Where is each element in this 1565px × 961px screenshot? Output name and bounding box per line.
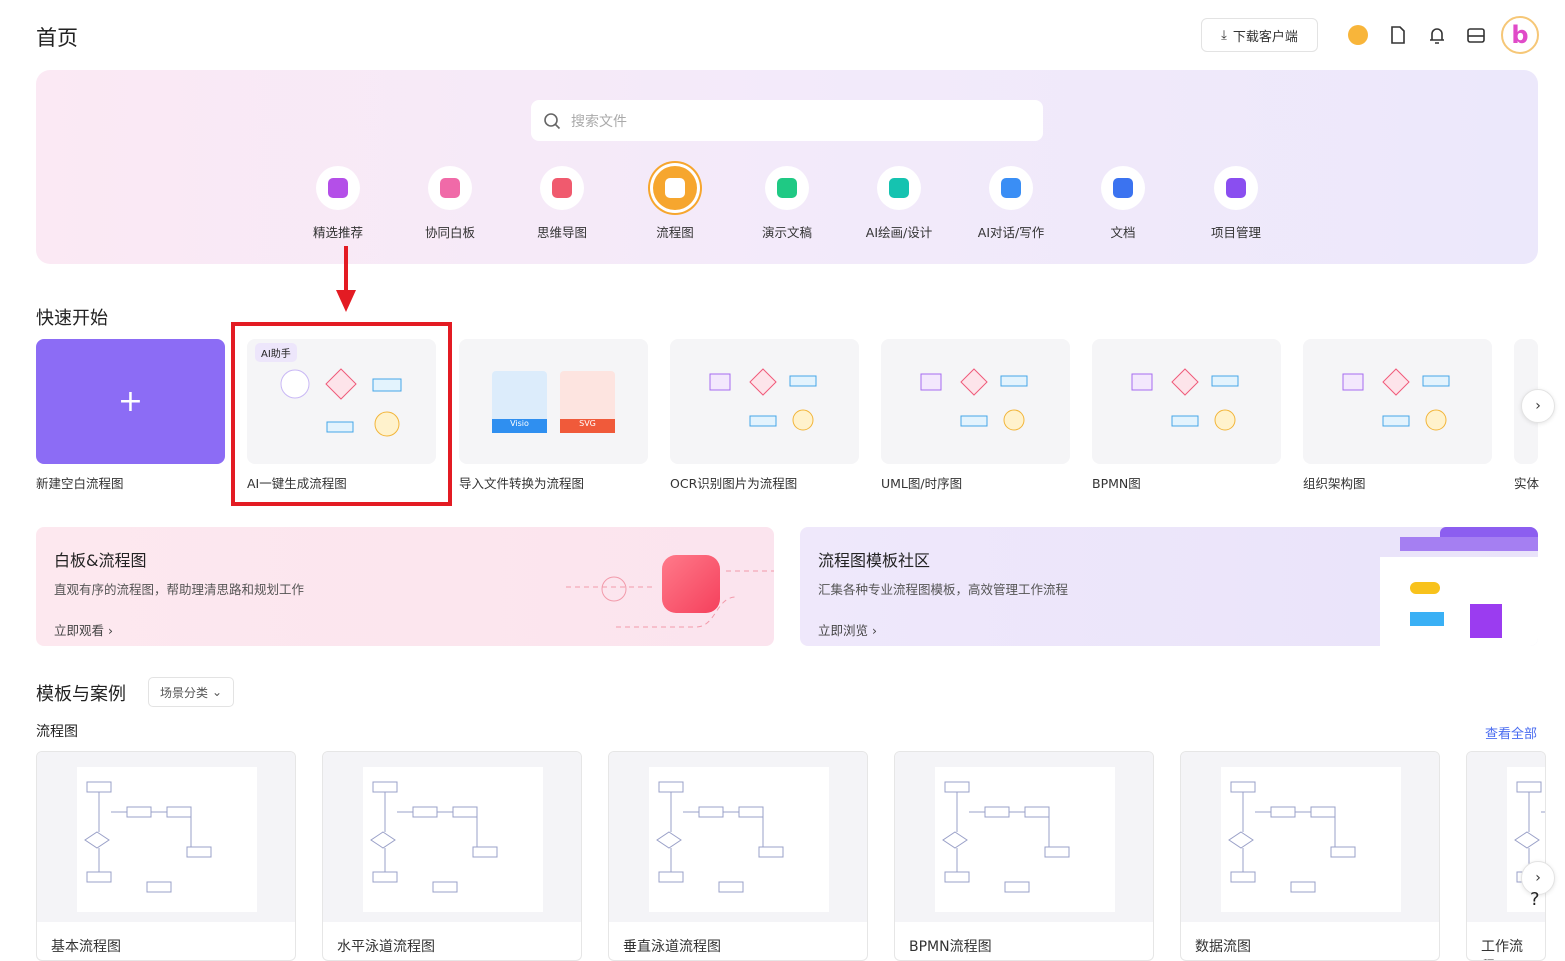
template-card[interactable]: BPMN流程图 <box>894 751 1154 961</box>
red-arrow-annotation <box>336 246 356 312</box>
category-1[interactable]: 协同白板 <box>405 166 495 241</box>
category-icon <box>540 166 584 210</box>
templates-title: 模板与案例 <box>36 684 126 705</box>
category-7[interactable]: 文档 <box>1078 166 1168 241</box>
template-thumbnail <box>1181 752 1439 922</box>
chevron-down-icon: ⌄ <box>211 685 223 699</box>
quick-start-title: 快速开始 <box>36 308 108 329</box>
category-icon <box>316 166 360 210</box>
file-link-icon[interactable] <box>1387 24 1409 46</box>
category-icon <box>1101 166 1145 210</box>
plus-icon: + <box>36 339 225 464</box>
category-icon <box>877 166 921 210</box>
template-thumbnail <box>609 752 867 922</box>
page-title: 首页 <box>36 26 78 50</box>
category-8[interactable]: 项目管理 <box>1191 166 1281 241</box>
template-thumbnail <box>895 752 1153 922</box>
quick-start-card[interactable]: + <box>36 339 225 464</box>
category-icon <box>989 166 1033 210</box>
quick-start-label: 组织架构图 <box>1303 476 1366 491</box>
quick-start-label: 新建空白流程图 <box>36 476 124 491</box>
quick-start-label: 导入文件转换为流程图 <box>459 476 585 491</box>
quick-start-label: OCR识别图片为流程图 <box>670 476 798 491</box>
search-input[interactable]: 搜索文件 <box>531 100 1043 141</box>
category-icon <box>428 166 472 210</box>
category-0[interactable]: 精选推荐 <box>293 166 383 241</box>
download-client-button[interactable]: ⤓ 下载客户端 <box>1201 18 1318 52</box>
template-card[interactable]: 工作流程 <box>1466 751 1546 961</box>
template-card[interactable]: 数据流图 <box>1180 751 1440 961</box>
template-card[interactable]: 垂直泳道流程图 <box>608 751 868 961</box>
template-thumbnail <box>37 752 295 922</box>
quick-start-card[interactable] <box>1092 339 1281 464</box>
quick-start-card[interactable] <box>881 339 1070 464</box>
highlight-box-annotation <box>231 322 452 506</box>
category-2[interactable]: 思维导图 <box>517 166 607 241</box>
category-icon <box>653 166 697 210</box>
bell-icon[interactable] <box>1426 24 1448 46</box>
template-card[interactable]: 水平泳道流程图 <box>322 751 582 961</box>
avatar[interactable]: b <box>1501 16 1539 54</box>
category-6[interactable]: AI对话/写作 <box>966 166 1056 241</box>
quick-start-label: 实体 <box>1514 476 1540 491</box>
category-4[interactable]: 演示文稿 <box>742 166 832 241</box>
view-all-link[interactable]: 查看全部 <box>1485 723 1537 742</box>
category-5[interactable]: AI绘画/设计 <box>854 166 944 241</box>
help-button[interactable]: ? <box>1530 889 1540 910</box>
template-card[interactable]: 基本流程图 <box>36 751 296 961</box>
search-icon <box>544 112 561 129</box>
category-icon <box>1214 166 1258 210</box>
coin-icon[interactable] <box>1347 24 1369 46</box>
quick-start-card[interactable] <box>1303 339 1492 464</box>
scroll-right-button[interactable]: › <box>1521 389 1555 423</box>
inbox-icon[interactable] <box>1465 24 1487 46</box>
quick-start-label: BPMN图 <box>1092 476 1141 491</box>
decoration-lines <box>566 570 774 628</box>
category-3[interactable]: 流程图 <box>630 166 720 241</box>
flowchart-subtitle: 流程图 <box>36 724 78 740</box>
category-icon <box>765 166 809 210</box>
scene-category-dropdown[interactable]: 场景分类 ⌄ <box>148 677 234 707</box>
promo-template-community[interactable]: 流程图模板社区 汇集各种专业流程图模板，高效管理工作流程 立即浏览 › <box>800 527 1538 646</box>
quick-start-card[interactable] <box>670 339 859 464</box>
promo-whiteboard[interactable]: 白板&流程图 直观有序的流程图，帮助理清思路和规划工作 立即观看 › <box>36 527 774 646</box>
editor-preview-image <box>1380 557 1538 646</box>
quick-start-card[interactable]: Visio SVG <box>459 339 648 464</box>
quick-start-label: UML图/时序图 <box>881 476 963 491</box>
template-thumbnail <box>323 752 581 922</box>
download-icon: ⤓ <box>1221 27 1227 43</box>
